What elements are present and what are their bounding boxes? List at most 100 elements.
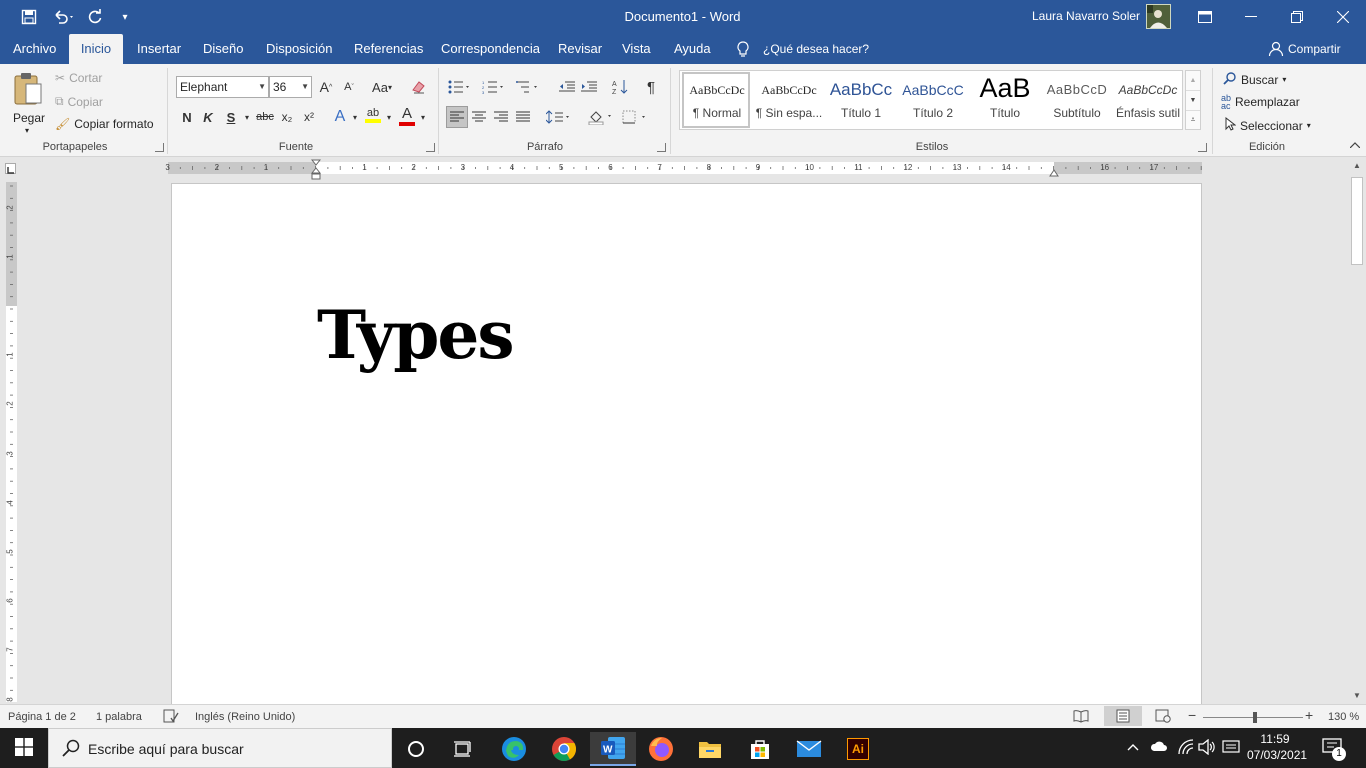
- windows-start-icon[interactable]: [0, 730, 48, 764]
- align-left-icon[interactable]: [446, 106, 468, 128]
- tab-revisar[interactable]: Revisar: [558, 34, 602, 64]
- strikethrough-button[interactable]: abc: [254, 106, 276, 128]
- line-spacing-icon[interactable]: [544, 106, 574, 128]
- align-center-icon[interactable]: [468, 106, 490, 128]
- illustrator-app-icon[interactable]: Ai: [835, 732, 881, 766]
- borders-icon[interactable]: [620, 106, 650, 128]
- save-icon[interactable]: [18, 7, 40, 27]
- file-explorer-icon[interactable]: [687, 732, 733, 766]
- style-heading-1[interactable]: AaBbCc Título 1: [825, 72, 897, 130]
- read-mode-icon[interactable]: [1073, 709, 1089, 726]
- web-layout-icon[interactable]: [1155, 709, 1171, 726]
- customize-qat-icon[interactable]: ▾: [114, 7, 136, 27]
- italic-button[interactable]: K: [197, 106, 219, 128]
- vertical-ruler[interactable]: 2 1 1 2 3 4 5 6 7 8: [6, 182, 17, 702]
- minimize-icon[interactable]: [1228, 0, 1274, 34]
- microsoft-store-icon[interactable]: [737, 732, 783, 766]
- paragraph-launcher-icon[interactable]: [657, 143, 666, 152]
- firefox-browser-icon[interactable]: [638, 732, 684, 766]
- close-icon[interactable]: [1320, 0, 1366, 34]
- document-page[interactable]: Types: [171, 183, 1202, 704]
- replace-button[interactable]: ab ac Reemplazar: [1221, 94, 1300, 111]
- tab-vista[interactable]: Vista: [622, 34, 651, 64]
- superscript-button[interactable]: x²: [298, 106, 320, 128]
- chrome-browser-icon[interactable]: [541, 732, 587, 766]
- tab-ayuda[interactable]: Ayuda: [674, 34, 711, 64]
- redo-icon[interactable]: [84, 7, 106, 27]
- network-icon[interactable]: [1178, 739, 1194, 758]
- scroll-up-icon[interactable]: ▲: [1186, 71, 1200, 90]
- scrollbar-thumb[interactable]: [1351, 177, 1363, 265]
- bullets-icon[interactable]: [446, 76, 474, 98]
- style-no-spacing[interactable]: AaBbCcDc ¶ Sin espa...: [753, 72, 825, 130]
- taskbar-search-box[interactable]: Escribe aquí para buscar: [48, 728, 392, 768]
- scroll-up-icon[interactable]: ▲: [1348, 157, 1366, 174]
- tab-archivo[interactable]: Archivo: [13, 34, 56, 64]
- change-case-icon[interactable]: Aa ▾: [367, 76, 397, 98]
- decrease-indent-icon[interactable]: [556, 76, 578, 98]
- task-view-icon[interactable]: [440, 732, 486, 766]
- tab-diseno[interactable]: Diseño: [203, 34, 243, 64]
- mail-icon[interactable]: [786, 732, 832, 766]
- font-name-combo[interactable]: Elephant ▼: [176, 76, 269, 98]
- styles-launcher-icon[interactable]: [1198, 143, 1207, 152]
- show-hide-pilcrow-icon[interactable]: ¶: [640, 76, 662, 98]
- scroll-down-icon[interactable]: ▼: [1186, 90, 1200, 110]
- find-button[interactable]: Buscar ▾: [1223, 71, 1286, 88]
- print-layout-icon[interactable]: [1104, 706, 1142, 726]
- chevron-up-icon[interactable]: [1127, 740, 1139, 754]
- word-app-icon[interactable]: W: [590, 732, 636, 766]
- share-button[interactable]: Compartir: [1288, 42, 1341, 56]
- zoom-in-icon[interactable]: +: [1305, 707, 1313, 723]
- style-normal[interactable]: AaBbCcDc ¶ Normal: [681, 72, 753, 130]
- sort-icon[interactable]: AZ: [609, 76, 631, 98]
- user-name[interactable]: Laura Navarro Soler: [1032, 9, 1140, 23]
- right-indent-marker[interactable]: [1049, 166, 1059, 180]
- grow-font-icon[interactable]: A ^: [315, 76, 337, 98]
- speaker-icon[interactable]: [1198, 738, 1216, 758]
- subscript-button[interactable]: x₂: [276, 106, 298, 128]
- zoom-slider-thumb[interactable]: [1253, 712, 1257, 723]
- zoom-out-icon[interactable]: −: [1188, 707, 1196, 723]
- first-line-indent-marker[interactable]: [310, 159, 322, 184]
- tab-insertar[interactable]: Insertar: [137, 34, 181, 64]
- multilevel-list-icon[interactable]: [514, 76, 542, 98]
- word-count[interactable]: 1 palabra: [96, 711, 142, 723]
- ime-keyboard-icon[interactable]: [1222, 739, 1240, 758]
- select-button[interactable]: Seleccionar ▾: [1224, 116, 1311, 134]
- chevron-down-icon[interactable]: ▾: [412, 106, 434, 128]
- horizontal-ruler[interactable]: 3 2 1 1 2 3 4 5 6 7 8 9 10 11 12 13 14 16 17: [165, 162, 1202, 174]
- scroll-down-icon[interactable]: ▼: [1348, 687, 1366, 704]
- format-painter-button[interactable]: 🖌 Copiar formato: [55, 117, 154, 131]
- cut-button[interactable]: ✂ Cortar: [55, 71, 102, 85]
- onedrive-cloud-icon[interactable]: [1150, 741, 1168, 755]
- proofing-icon[interactable]: [163, 709, 179, 726]
- clear-formatting-icon[interactable]: [408, 76, 430, 98]
- undo-icon[interactable]: [50, 7, 78, 27]
- vertical-scrollbar[interactable]: ▲ ▼: [1348, 157, 1366, 704]
- increase-indent-icon[interactable]: [578, 76, 600, 98]
- page-count[interactable]: Página 1 de 2: [8, 711, 76, 723]
- justify-icon[interactable]: [512, 106, 534, 128]
- font-size-combo[interactable]: 36 ▼: [269, 76, 312, 98]
- numbering-icon[interactable]: 123: [480, 76, 508, 98]
- tab-correspondencia[interactable]: Correspondencia: [441, 34, 540, 64]
- align-right-icon[interactable]: [490, 106, 512, 128]
- clock[interactable]: 11:59 07/03/2021: [1247, 731, 1307, 763]
- style-subtitle[interactable]: AaBbCcD Subtítulo: [1041, 72, 1113, 130]
- document-text[interactable]: Types: [317, 302, 515, 368]
- tab-disposicion[interactable]: Disposición: [266, 34, 332, 64]
- style-heading-2[interactable]: AaBbCcC Título 2: [897, 72, 969, 130]
- style-title[interactable]: AaB Título: [969, 72, 1041, 130]
- shrink-font-icon[interactable]: Aˇ: [338, 76, 360, 98]
- cortana-icon[interactable]: [393, 732, 439, 766]
- bold-button[interactable]: N: [176, 106, 198, 128]
- tab-referencias[interactable]: Referencias: [354, 34, 423, 64]
- font-launcher-icon[interactable]: [426, 143, 435, 152]
- shading-icon[interactable]: [586, 106, 616, 128]
- edge-browser-icon[interactable]: [491, 732, 537, 766]
- tell-me-search[interactable]: ¿Qué desea hacer?: [763, 42, 869, 56]
- copy-button[interactable]: ⧉ Copiar: [55, 94, 103, 109]
- more-styles-icon[interactable]: ⩡: [1186, 110, 1200, 129]
- restore-icon[interactable]: [1274, 0, 1320, 34]
